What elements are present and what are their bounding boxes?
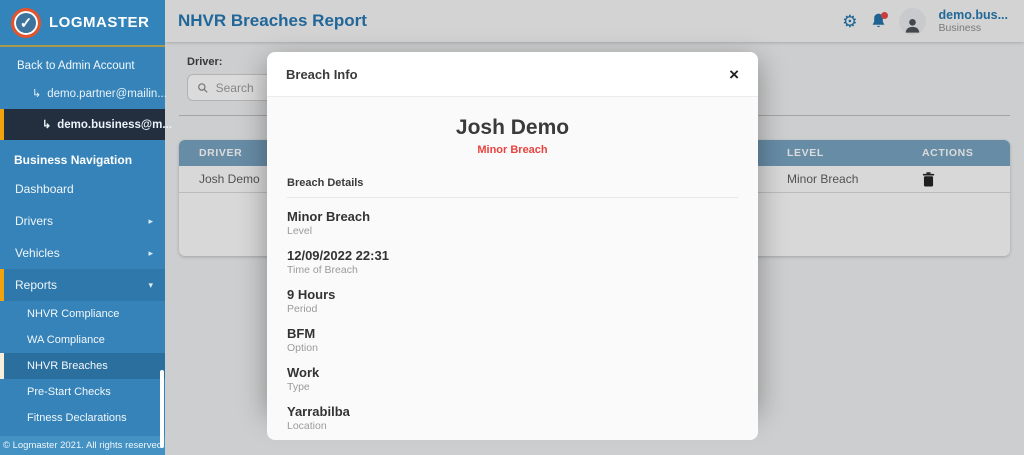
sidebar-item-label: Vehicles [15, 246, 60, 260]
sidebar-item-vehicles[interactable]: Vehicles ▸ [0, 237, 165, 269]
detail-label: Type [287, 381, 310, 393]
partner-account-label: demo.partner@mailin... [47, 87, 167, 100]
chevron-down-icon: ▾ [148, 279, 153, 290]
sidebar-item-label: Drivers [15, 214, 53, 228]
sidebar-item-fitness-declarations[interactable]: Fitness Declarations [0, 405, 165, 431]
modal-header: Breach Info × [267, 52, 758, 97]
detail-value: 12/09/2022 22:31 [287, 248, 389, 263]
detail-level: Minor Breach Level [287, 209, 738, 237]
sidebar: ✓ LOGMASTER Back to Admin Account ↳ demo… [0, 0, 172, 455]
sidebar-item-drivers[interactable]: Drivers ▸ [0, 205, 165, 237]
sidebar-item-label: Reports [15, 278, 58, 292]
close-icon[interactable]: × [729, 66, 739, 83]
return-arrow-icon: ↳ [32, 88, 42, 100]
main-area: NHVR Breaches Report ⚙ demo.bus... Busin… [165, 0, 1024, 455]
chevron-right-icon: ▸ [148, 215, 153, 226]
back-to-admin-link[interactable]: Back to Admin Account [0, 47, 165, 78]
breach-level-badge: Minor Breach [477, 144, 548, 156]
modal-body: Josh Demo Minor Breach Breach Details Mi… [267, 97, 758, 440]
detail-label: Location [287, 420, 327, 432]
detail-label: Period [287, 303, 318, 315]
return-arrow-icon: ↳ [42, 119, 52, 131]
logo-bar: ✓ LOGMASTER [0, 0, 165, 47]
detail-label: Level [287, 225, 313, 237]
logmaster-clock-logo-icon: ✓ [11, 7, 41, 38]
detail-location: Yarrabilba Location [287, 404, 738, 432]
chevron-right-icon: ▸ [148, 247, 153, 258]
sidebar-item-pre-start-checks[interactable]: Pre-Start Checks [0, 379, 165, 405]
copyright-footer: © Logmaster 2021. All rights reserved [0, 436, 165, 455]
sidebar-item-wa-compliance[interactable]: WA Compliance [0, 327, 165, 353]
detail-type: Work Type [287, 365, 738, 393]
logo-text: LOGMASTER [49, 14, 150, 31]
business-account-item-active[interactable]: ↳ demo.business@m... [0, 109, 172, 140]
detail-value: Minor Breach [287, 209, 371, 224]
detail-option: BFM Option [287, 326, 738, 354]
business-navigation-heading: Business Navigation [14, 153, 133, 167]
sidebar-item-dashboard[interactable]: Dashboard [0, 173, 165, 205]
breach-driver-name: Josh Demo [455, 116, 570, 139]
detail-value: Work [287, 365, 320, 380]
breach-info-modal: Breach Info × Josh Demo Minor Breach Bre… [267, 52, 758, 440]
check-icon: ✓ [19, 14, 33, 32]
detail-period: 9 Hours Period [287, 287, 738, 315]
detail-label: Time of Breach [287, 264, 358, 276]
detail-value: 9 Hours [287, 287, 336, 302]
modal-title: Breach Info [286, 67, 358, 82]
sidebar-item-label: Dashboard [15, 182, 74, 196]
detail-time-of-breach: 12/09/2022 22:31 Time of Breach [287, 248, 738, 276]
detail-value: BFM [287, 326, 316, 341]
detail-label: Option [287, 342, 318, 354]
business-account-label: demo.business@m... [57, 118, 172, 131]
partner-account-item[interactable]: ↳ demo.partner@mailin... [0, 78, 167, 109]
detail-value: Yarrabilba [287, 404, 350, 419]
breach-details-heading: Breach Details [287, 177, 738, 198]
sidebar-item-nhvr-breaches-active[interactable]: NHVR Breaches [0, 353, 165, 379]
sidebar-scrollbar-thumb[interactable] [160, 370, 164, 448]
sidebar-item-reports[interactable]: Reports ▾ [0, 269, 165, 301]
sidebar-item-nhvr-compliance[interactable]: NHVR Compliance [0, 301, 165, 327]
